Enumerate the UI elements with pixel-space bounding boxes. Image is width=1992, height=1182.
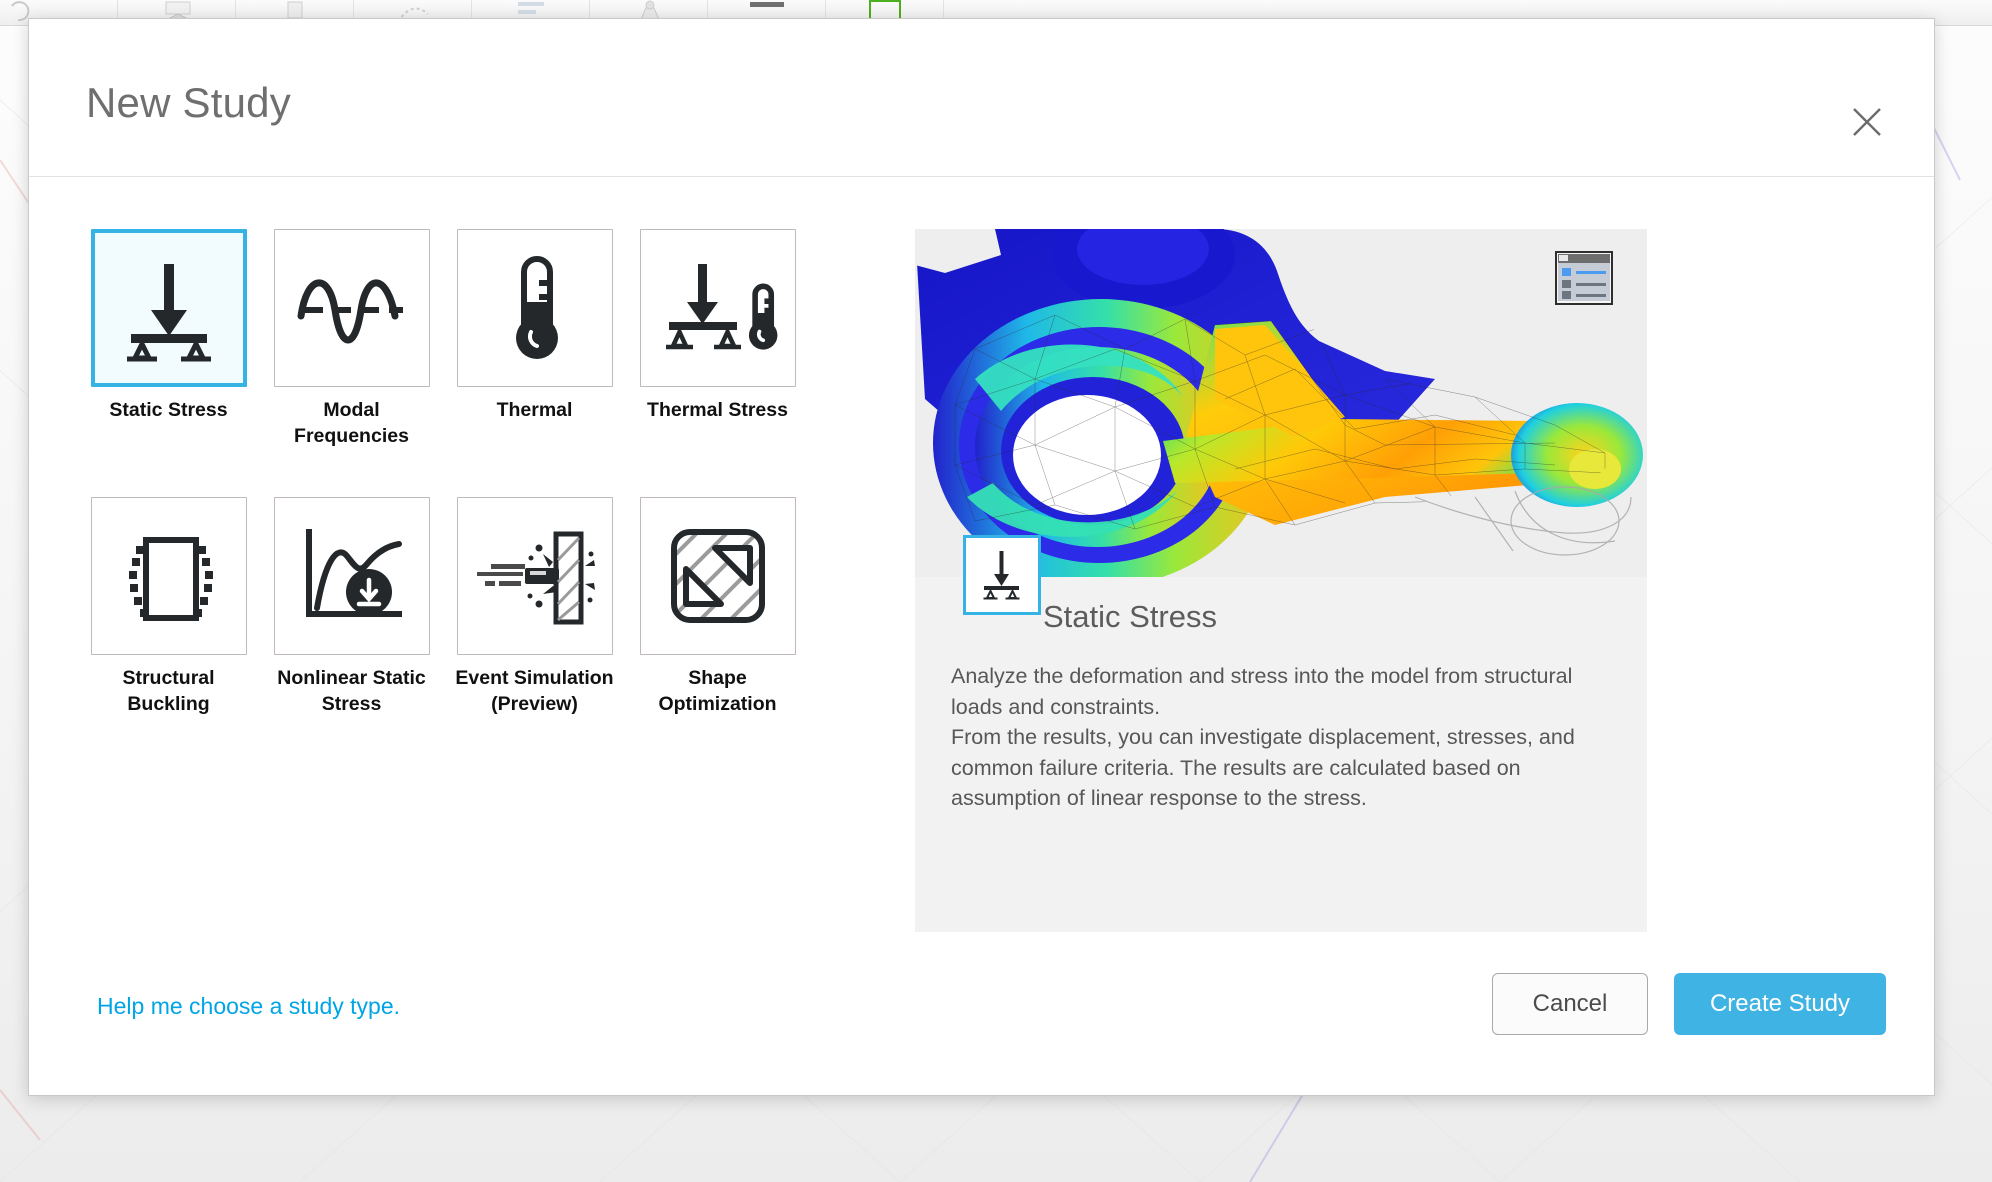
sine-wave-icon <box>297 279 403 344</box>
beam-thermometer-icon <box>665 264 777 350</box>
help-choose-study-link[interactable]: Help me choose a study type. <box>97 993 400 1020</box>
study-tile <box>90 497 247 656</box>
study-card-label: Thermal Stress <box>647 399 788 421</box>
impact-icon <box>476 531 595 625</box>
study-card-label: Nonlinear Static Stress <box>277 667 426 716</box>
study-card-label: Thermal <box>496 399 573 421</box>
study-tile <box>456 497 613 656</box>
buckling-column-icon <box>128 537 213 622</box>
study-card-label: Static Stress <box>109 399 228 421</box>
thermometer-icon <box>515 256 558 359</box>
study-card-label: Structural Buckling <box>122 667 215 716</box>
study-card-thermal[interactable]: Thermal <box>443 229 626 449</box>
shape-optimization-icon <box>670 529 765 624</box>
study-tile <box>456 229 613 387</box>
new-study-dialog: New Study Static Stress Modal Frequencie… <box>28 18 1935 1096</box>
footer-buttons: Cancel Create Study <box>1492 973 1886 1035</box>
create-study-button[interactable]: Create Study <box>1674 973 1886 1035</box>
close-icon[interactable] <box>1846 101 1888 143</box>
dialog-header: New Study <box>29 19 1934 177</box>
grid-row-spacer <box>77 449 867 497</box>
study-card-label: Modal Frequencies <box>294 399 409 447</box>
study-card-static-stress[interactable]: Static Stress <box>77 229 260 449</box>
study-card-nonlinear-static-stress[interactable]: Nonlinear Static Stress <box>260 497 443 717</box>
study-card-modal-frequencies[interactable]: Modal Frequencies <box>260 229 443 449</box>
dialog-body: Static Stress Modal Frequencies Thermal … <box>29 177 1934 945</box>
selected-study-name: Static Stress <box>1043 599 1217 634</box>
study-card-thermal-stress[interactable]: Thermal Stress <box>626 229 809 449</box>
study-type-grid: Static Stress Modal Frequencies Thermal … <box>77 229 867 945</box>
study-tile <box>273 229 430 387</box>
display-options-icon <box>1555 251 1613 305</box>
study-tile <box>273 497 430 656</box>
study-card-shape-optimization[interactable]: Shape Optimization <box>626 497 809 717</box>
beam-load-icon <box>983 551 1020 600</box>
study-tile <box>639 497 796 656</box>
study-preview-panel: Static Stress Analyze the deformation an… <box>915 229 1647 932</box>
study-tile <box>90 229 247 387</box>
selected-study-icon <box>963 535 1041 615</box>
beam-load-icon <box>126 264 211 362</box>
study-tile <box>639 229 796 387</box>
study-card-structural-buckling[interactable]: Structural Buckling <box>77 497 260 717</box>
preview-image <box>915 229 1647 577</box>
dialog-footer: Help me choose a study type. Cancel Crea… <box>29 945 1934 1095</box>
study-card-label: Shape Optimization <box>658 667 777 716</box>
cancel-button[interactable]: Cancel <box>1492 973 1648 1035</box>
page-title: New Study <box>86 79 291 126</box>
study-card-label: Event Simulation (Preview) <box>455 667 614 716</box>
selected-study-description: Analyze the deformation and stress into … <box>951 664 1575 811</box>
study-card-event-simulation[interactable]: Event Simulation (Preview) <box>443 497 626 717</box>
preview-detail: Static Stress Analyze the deformation an… <box>915 535 1647 814</box>
nonlinear-curve-icon <box>305 529 402 618</box>
